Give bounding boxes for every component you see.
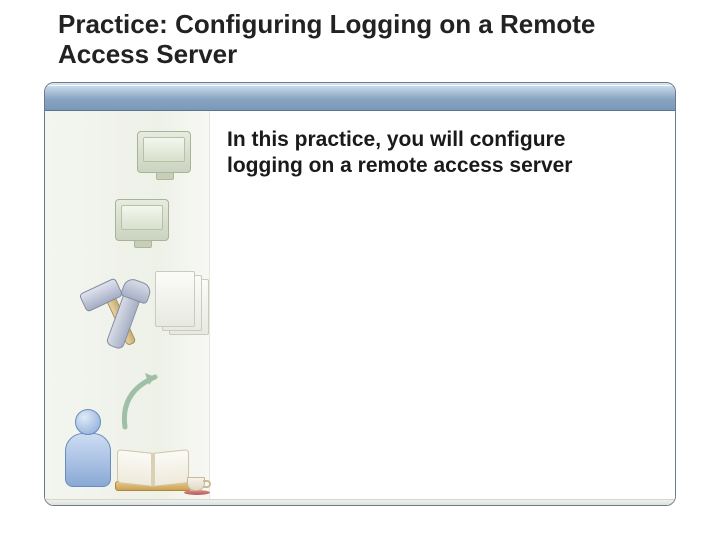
panel-body: In this practice, you will configure log… [45, 111, 675, 505]
panel-header-bar [45, 83, 675, 111]
computer-monitor-icon [115, 199, 169, 241]
slide: Practice: Configuring Logging on a Remot… [0, 0, 720, 540]
document-stack-icon [155, 271, 211, 345]
person-head [75, 409, 101, 435]
content-panel: In this practice, you will configure log… [44, 82, 676, 506]
panel-highlight-line [47, 85, 673, 86]
panel-footer-bar [45, 499, 675, 505]
curved-arrow-icon [115, 367, 175, 437]
coffee-cup-icon [187, 473, 213, 495]
sidebar-illustration [45, 111, 210, 505]
cup-handle [203, 480, 211, 488]
book-page-right [153, 449, 189, 487]
book-page-left [117, 449, 153, 487]
book-spine [151, 453, 155, 485]
page [155, 271, 195, 327]
open-book-icon [117, 451, 189, 491]
person-icon [59, 409, 119, 499]
slide-title: Practice: Configuring Logging on a Remot… [58, 10, 658, 70]
monitor-stand [156, 172, 174, 180]
monitor-stand [134, 240, 152, 248]
person-body [65, 433, 111, 487]
body-text: In this practice, you will configure log… [227, 127, 647, 178]
computer-monitor-icon [137, 131, 191, 173]
